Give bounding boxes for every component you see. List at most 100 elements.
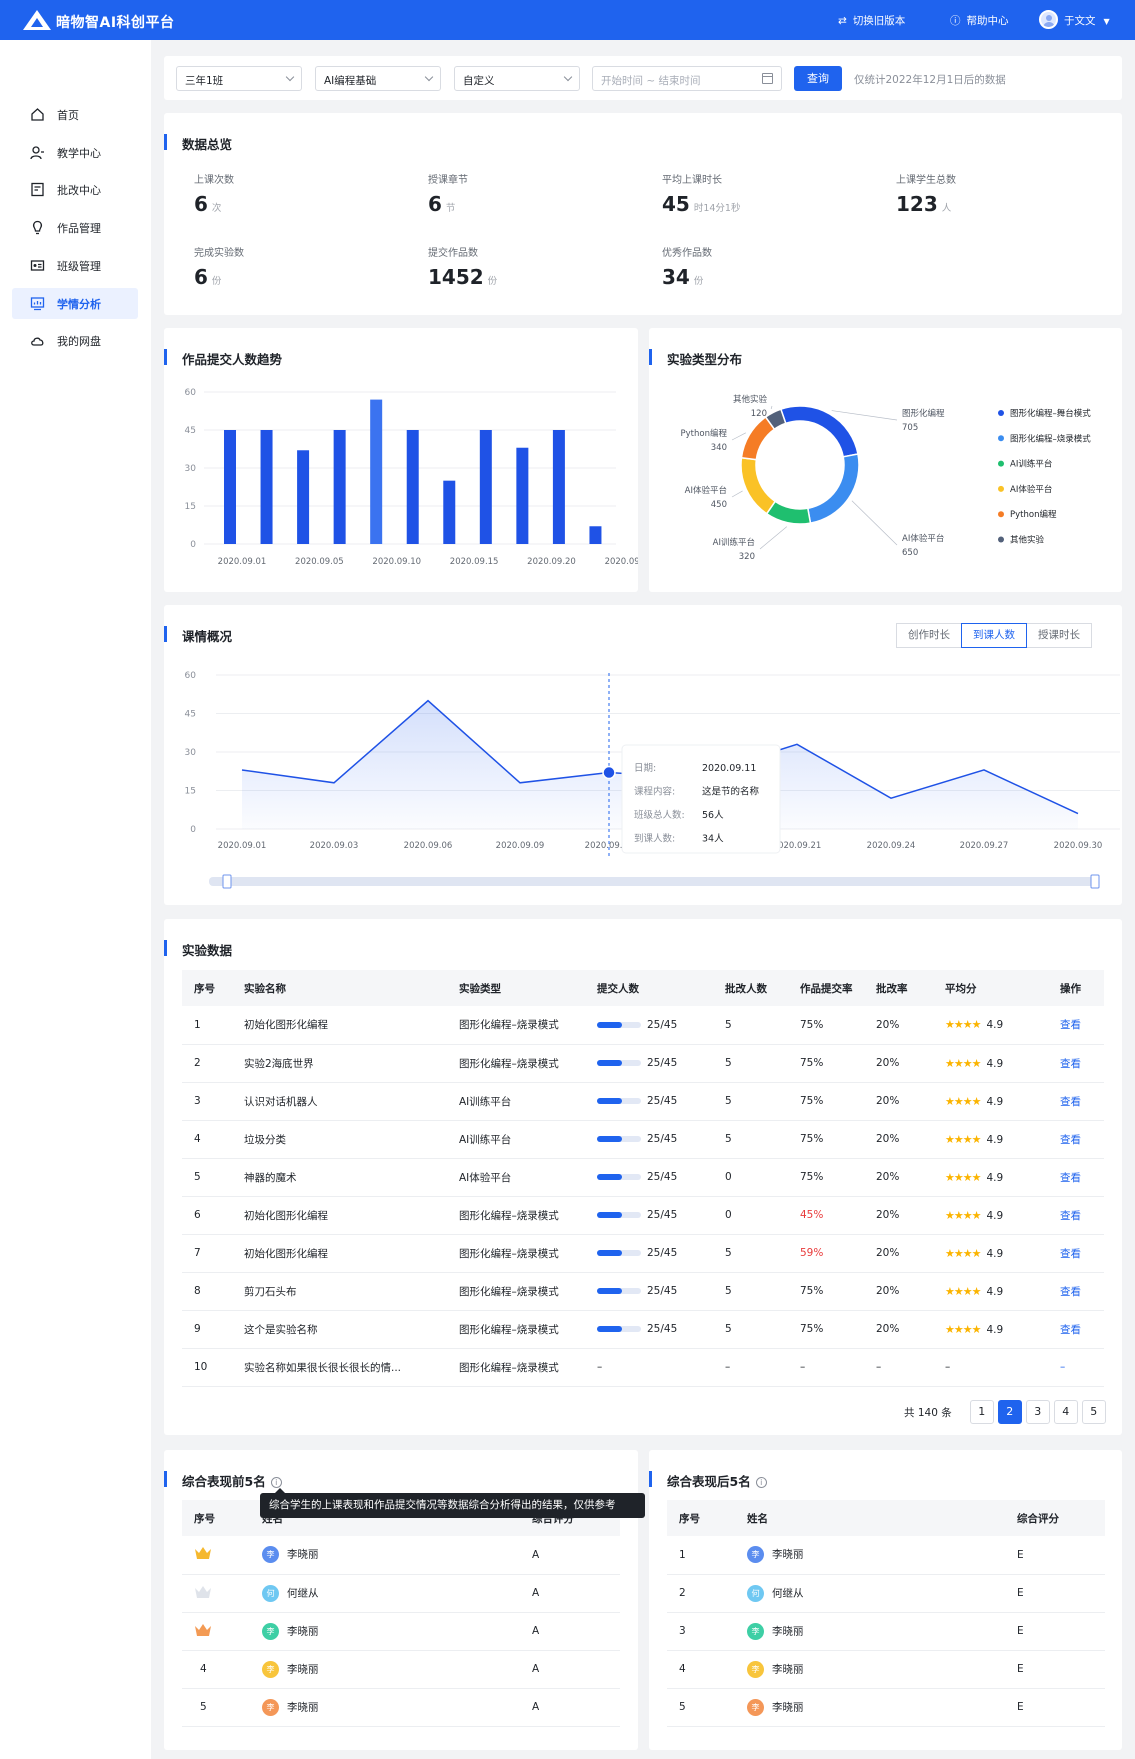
stat-value: 123 人 xyxy=(896,192,1096,216)
table-row[interactable]: 4 李李晓丽 E xyxy=(667,1650,1105,1689)
experiments-title: 实验数据 xyxy=(163,940,232,959)
table-row[interactable]: 2 实验2海底世界 图形化编程–烧录模式 25/45 5 75% 20% ★★★★ 4.9 查看 xyxy=(182,1044,1104,1083)
score-value: 4.9 xyxy=(986,1133,1004,1146)
sidebar-item-3[interactable]: 作品管理 xyxy=(12,212,138,243)
bar[interactable] xyxy=(297,450,310,544)
cell-action: 查看 xyxy=(1048,1196,1104,1235)
bar[interactable] xyxy=(406,430,419,544)
user-avatar[interactable] xyxy=(1039,10,1058,29)
table-row[interactable]: 1 初始化图形化编程 图形化编程–烧录模式 25/45 5 75% 20% ★★★★ 4.9 查看 xyxy=(182,1006,1104,1045)
bar[interactable] xyxy=(260,430,273,544)
bar[interactable] xyxy=(589,526,602,544)
hover-point[interactable] xyxy=(602,765,616,780)
table-row[interactable]: 4 李李晓丽 A xyxy=(182,1650,620,1689)
page-button[interactable]: 1 xyxy=(969,1400,994,1424)
stat-value: 6份 xyxy=(194,265,394,289)
submit-progress-bar xyxy=(597,1021,641,1028)
view-link[interactable]: 查看 xyxy=(1060,1210,1081,1222)
table-row[interactable]: 2何何继从A xyxy=(182,1574,620,1613)
legend-label[interactable]: 图形化编程–舞台模式 xyxy=(1010,408,1091,419)
page-button[interactable]: 2 xyxy=(997,1400,1022,1424)
help-center-button[interactable]: ⓘ 帮助中心 xyxy=(950,13,1009,28)
user-menu[interactable]: 于文文 ▼ xyxy=(1064,13,1110,28)
stat-number: 6 xyxy=(428,192,442,216)
bar[interactable] xyxy=(333,430,346,544)
label-leader-line xyxy=(731,432,746,441)
table-row[interactable]: 2 何何继从 E xyxy=(667,1574,1105,1613)
progress-fill xyxy=(597,1060,622,1066)
table-row[interactable]: 3李李晓丽A xyxy=(182,1612,620,1651)
bar[interactable] xyxy=(224,430,236,544)
cell-submit-rate: 45% xyxy=(788,1196,864,1235)
switch-version-button[interactable]: ⇄ 切换旧版本 xyxy=(838,13,905,28)
table-row[interactable]: 6 初始化图形化编程 图形化编程–烧录模式 25/45 0 45% 20% ★★★★ 4.9 查看 xyxy=(182,1196,1104,1235)
sidebar-item-label: 学情分析 xyxy=(57,297,101,311)
table-row[interactable]: 3 李李晓丽 E xyxy=(667,1612,1105,1651)
sidebar-item-4[interactable]: 班级管理 xyxy=(12,250,138,281)
sidebar-item-1[interactable]: 教学中心 xyxy=(12,137,138,168)
page-button[interactable]: 3 xyxy=(1025,1400,1050,1424)
legend-label[interactable]: Python编程 xyxy=(1010,509,1057,520)
sidebar-item-5[interactable]: 学情分析 xyxy=(12,287,138,319)
x-tick-label: 2020.09.15 xyxy=(450,557,499,567)
query-button[interactable]: 查询 xyxy=(794,66,842,91)
view-link[interactable]: 查看 xyxy=(1060,1058,1081,1070)
range-slider-track[interactable] xyxy=(209,877,1094,886)
table-row[interactable]: 1李李晓丽A xyxy=(182,1536,620,1575)
info-icon[interactable]: i xyxy=(270,1477,282,1488)
view-link[interactable]: 查看 xyxy=(1060,1172,1081,1184)
table-row[interactable]: 7 初始化图形化编程 图形化编程–烧录模式 25/45 5 59% 20% ★★★★ 4.9 查看 xyxy=(182,1234,1104,1273)
page-button[interactable]: 5 xyxy=(1081,1400,1106,1424)
page-button[interactable]: 4 xyxy=(1053,1400,1078,1424)
view-link[interactable]: 查看 xyxy=(1060,1134,1081,1146)
cell-score: ★★★★ 4.9 xyxy=(933,1310,1048,1349)
tab-1[interactable]: 到课人数 xyxy=(961,623,1027,648)
table-row[interactable]: 10 实验名称如果很长很长很长的情... 图形化编程–烧录模式 – – – – – – xyxy=(182,1348,1104,1387)
donut-slice[interactable] xyxy=(740,456,777,515)
swap-icon: ⇄ xyxy=(838,15,847,27)
cell-type: 图形化编程–烧录模式 xyxy=(447,1234,585,1273)
table-row[interactable]: 1 李李晓丽 E xyxy=(667,1536,1105,1575)
stat-item: 优秀作品数 34 份 xyxy=(662,244,862,289)
bar[interactable] xyxy=(443,480,456,544)
range-select[interactable]: 自定义 xyxy=(454,66,580,91)
y-tick-label: 30 xyxy=(185,464,197,474)
info-icon[interactable]: i xyxy=(755,1477,767,1488)
stat-item: 授课章节 6 节 xyxy=(428,171,628,216)
star-rating-icon: ★★★★ xyxy=(945,1170,981,1184)
bar[interactable] xyxy=(516,447,529,544)
legend-label[interactable]: AI体验平台 xyxy=(1010,484,1052,495)
sidebar-item-2[interactable]: 批改中心 xyxy=(12,174,138,205)
legend-label[interactable]: 其他实验 xyxy=(1010,535,1045,546)
table-row[interactable]: 9 这个是实验名称 图形化编程–烧录模式 25/45 5 75% 20% ★★★★ 4.9 查看 xyxy=(182,1310,1104,1349)
class-select[interactable]: 三年1班 xyxy=(176,66,302,91)
donut-slice[interactable] xyxy=(806,453,860,524)
donut-slice[interactable] xyxy=(779,405,859,458)
cell-rank: 3 xyxy=(667,1612,735,1651)
view-link[interactable]: 查看 xyxy=(1060,1324,1081,1336)
cell-rank: 1 xyxy=(182,1536,250,1575)
legend-label[interactable]: 图形化编程–烧录模式 xyxy=(1010,433,1091,444)
course-select[interactable]: AI编程基础 xyxy=(315,66,441,91)
table-row[interactable]: 4 垃圾分类 AI训练平台 25/45 5 75% 20% ★★★★ 4.9 查看 xyxy=(182,1120,1104,1159)
date-range-picker[interactable]: 开始时间 ~ 结束时间 xyxy=(592,66,782,91)
bar[interactable] xyxy=(370,399,383,544)
table-row[interactable]: 8 剪刀石头布 图形化编程–烧录模式 25/45 5 75% 20% ★★★★ 4.9 查看 xyxy=(182,1272,1104,1311)
view-link[interactable]: 查看 xyxy=(1060,1096,1081,1108)
view-link[interactable]: – xyxy=(1060,1361,1065,1373)
legend-label[interactable]: AI训练平台 xyxy=(1010,459,1052,470)
range-slider-handle-right[interactable] xyxy=(1090,874,1100,889)
range-slider-handle-left[interactable] xyxy=(222,874,232,889)
table-row[interactable]: 5 神器的魔术 AI体验平台 25/45 0 75% 20% ★★★★ 4.9 查看 xyxy=(182,1158,1104,1197)
table-row[interactable]: 5 李李晓丽 A xyxy=(182,1688,620,1727)
view-link[interactable]: 查看 xyxy=(1060,1286,1081,1298)
bar[interactable] xyxy=(479,430,492,544)
view-link[interactable]: 查看 xyxy=(1060,1248,1081,1260)
bar[interactable] xyxy=(552,430,565,544)
table-row[interactable]: 3 认识对话机器人 AI训练平台 25/45 5 75% 20% ★★★★ 4.9 查看 xyxy=(182,1082,1104,1121)
brand-logo-icon[interactable] xyxy=(22,9,52,31)
sidebar-item-0[interactable]: 首页 xyxy=(12,99,138,130)
view-link[interactable]: 查看 xyxy=(1060,1019,1081,1031)
table-row[interactable]: 5 李李晓丽 E xyxy=(667,1688,1105,1727)
sidebar-item-6[interactable]: 我的网盘 xyxy=(12,325,138,356)
